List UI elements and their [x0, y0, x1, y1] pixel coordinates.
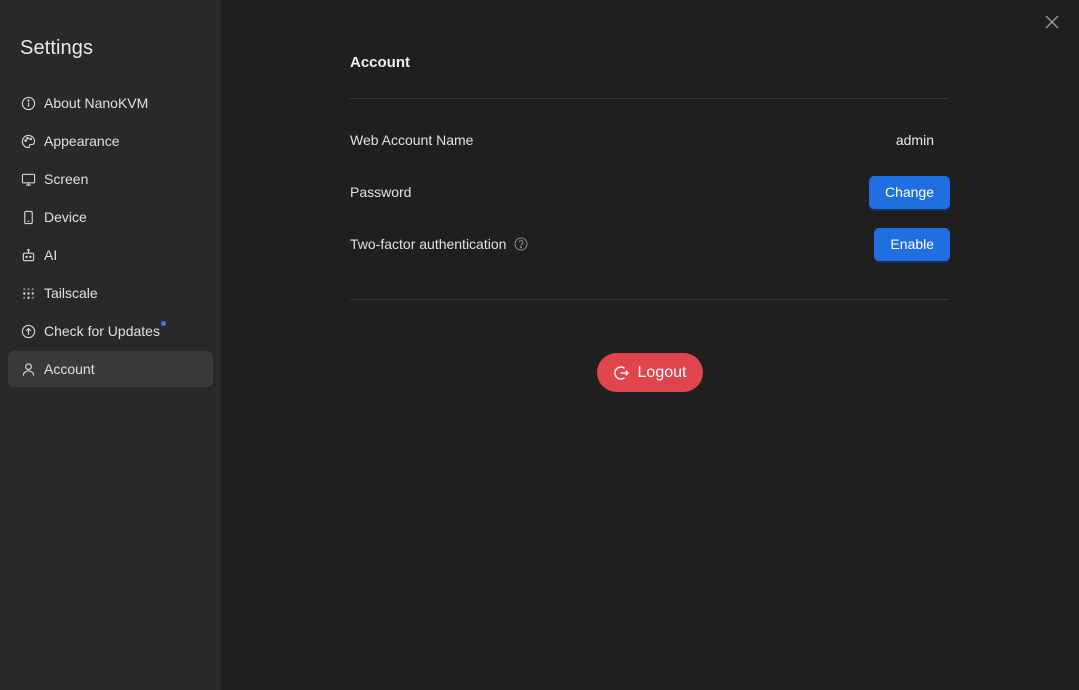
- info-icon: [20, 95, 36, 111]
- sidebar-item-label: Tailscale: [44, 285, 98, 301]
- twofa-row: Two-factor authentication Enable: [350, 226, 950, 262]
- sidebar-item-account[interactable]: Account: [8, 351, 213, 387]
- sidebar-item-label: About NanoKVM: [44, 95, 149, 111]
- change-password-button[interactable]: Change: [868, 175, 950, 209]
- logout-button[interactable]: Logout: [597, 353, 703, 392]
- password-label: Password: [350, 184, 412, 200]
- sidebar-item-label: AI: [44, 247, 58, 263]
- page-title: Account: [350, 54, 410, 71]
- password-row: Password Change: [350, 174, 950, 210]
- help-icon[interactable]: [514, 237, 528, 251]
- divider: [350, 299, 950, 300]
- divider: [350, 98, 950, 99]
- settings-sidebar: Settings About NanoKVM Appearance Screen…: [0, 0, 221, 690]
- tailscale-icon: [20, 285, 36, 301]
- web-account-value: admin: [895, 132, 934, 148]
- logout-label: Logout: [637, 363, 687, 381]
- logout-icon: [613, 365, 630, 381]
- enable-2fa-button[interactable]: Enable: [874, 227, 950, 261]
- sidebar-title: Settings: [20, 37, 94, 59]
- sidebar-item-updates[interactable]: Check for Updates: [8, 313, 213, 349]
- sidebar-item-label: Appearance: [44, 133, 120, 149]
- palette-icon: [20, 133, 36, 149]
- robot-icon: [20, 247, 36, 263]
- sidebar-item-about[interactable]: About NanoKVM: [8, 85, 213, 121]
- sidebar-item-label: Check for Updates: [44, 323, 160, 339]
- update-badge-dot: [161, 321, 166, 326]
- monitor-icon: [20, 171, 36, 187]
- web-account-row: Web Account Name admin: [350, 122, 950, 158]
- sidebar-item-label: Device: [44, 209, 87, 225]
- sidebar-nav: About NanoKVM Appearance Screen Device A: [8, 85, 213, 389]
- sidebar-item-screen[interactable]: Screen: [8, 161, 213, 197]
- sidebar-item-label: Screen: [44, 171, 89, 187]
- phone-icon: [20, 209, 36, 225]
- sidebar-item-label: Account: [44, 361, 95, 377]
- web-account-label: Web Account Name: [350, 132, 474, 148]
- twofa-label-group: Two-factor authentication: [350, 236, 528, 252]
- close-icon[interactable]: [1043, 13, 1061, 31]
- sidebar-item-ai[interactable]: AI: [8, 237, 213, 273]
- sidebar-item-device[interactable]: Device: [8, 199, 213, 235]
- sidebar-item-appearance[interactable]: Appearance: [8, 123, 213, 159]
- upload-circle-icon: [20, 323, 36, 339]
- sidebar-item-tailscale[interactable]: Tailscale: [8, 275, 213, 311]
- user-icon: [20, 361, 36, 377]
- twofa-label: Two-factor authentication: [350, 236, 507, 252]
